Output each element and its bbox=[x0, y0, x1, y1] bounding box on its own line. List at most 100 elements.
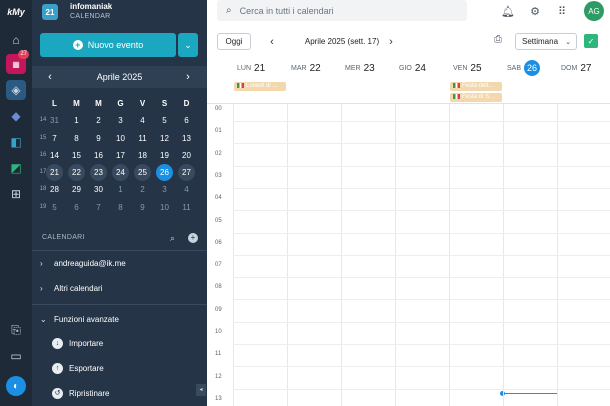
contacts-icon[interactable]: ◧ bbox=[6, 132, 26, 152]
day-header[interactable]: GIO 24 bbox=[395, 58, 449, 78]
hour-gridline bbox=[233, 254, 610, 256]
new-event-button[interactable]: + Nuovo evento bbox=[40, 33, 176, 57]
mini-day[interactable]: 7 bbox=[46, 130, 63, 147]
mini-day[interactable]: 3 bbox=[156, 181, 173, 198]
today-button[interactable]: Oggi bbox=[217, 33, 251, 50]
mini-day[interactable]: 23 bbox=[90, 164, 107, 182]
mini-day[interactable]: 4 bbox=[134, 112, 151, 129]
view-select[interactable]: Settimana ⌄ bbox=[515, 33, 577, 50]
apps-plus-icon[interactable]: ⊞ bbox=[6, 184, 26, 204]
hour-gridline bbox=[233, 165, 610, 167]
mini-day[interactable]: 8 bbox=[112, 199, 129, 216]
mini-day[interactable]: 10 bbox=[156, 199, 173, 216]
mini-day[interactable]: 14 bbox=[46, 147, 63, 164]
search-input[interactable]: ⌕ Cerca in tutti i calendari bbox=[217, 0, 467, 21]
book-icon[interactable]: ⎘ bbox=[6, 320, 26, 340]
mini-day[interactable]: 27 bbox=[178, 164, 195, 182]
calendar-app-icon[interactable]: ▦ 27 bbox=[6, 50, 29, 74]
mini-day[interactable]: 25 bbox=[134, 164, 151, 182]
day-header[interactable]: VEN 25 bbox=[449, 58, 503, 78]
week-grid: Lunedì di ... Festa dell... Festa di S..… bbox=[207, 58, 610, 406]
day-header[interactable]: MAR 22 bbox=[287, 58, 341, 78]
day-header-num: 25 bbox=[470, 62, 482, 74]
account-calendar-item[interactable]: › andreaguida@ik.me bbox=[32, 252, 207, 274]
print-icon[interactable]: ⎙ bbox=[494, 34, 502, 45]
export-item[interactable]: ↑ Esportare bbox=[52, 358, 202, 378]
event-chip[interactable]: Lunedì di ... bbox=[234, 82, 286, 91]
mini-day[interactable]: 28 bbox=[46, 181, 63, 198]
collapse-sidebar-button[interactable]: ◂ bbox=[196, 384, 206, 396]
mini-day[interactable]: 24 bbox=[112, 164, 129, 182]
mini-day[interactable]: 13 bbox=[178, 130, 195, 147]
mini-day[interactable]: 1 bbox=[68, 112, 85, 129]
mini-day[interactable]: 5 bbox=[156, 112, 173, 129]
mini-day[interactable]: 4 bbox=[178, 181, 195, 198]
mini-day[interactable]: 31 bbox=[46, 112, 63, 129]
mini-day[interactable]: 17 bbox=[112, 147, 129, 164]
import-item[interactable]: ↓ Importare bbox=[52, 333, 202, 353]
mini-day[interactable]: 9 bbox=[134, 199, 151, 216]
mini-day[interactable]: 11 bbox=[134, 130, 151, 147]
mini-day[interactable]: 9 bbox=[90, 130, 107, 147]
mini-day[interactable]: 29 bbox=[68, 181, 85, 198]
restore-item[interactable]: ↺ Ripristinare bbox=[52, 383, 202, 403]
mini-day[interactable]: 21 bbox=[46, 164, 63, 182]
shield-check-icon[interactable]: ✓ bbox=[584, 34, 598, 48]
bell-icon[interactable]: 🔔︎ bbox=[500, 3, 516, 19]
day-header[interactable]: DOM 27 bbox=[557, 58, 610, 78]
mini-day[interactable]: 2 bbox=[134, 181, 151, 198]
mini-day[interactable]: 12 bbox=[156, 130, 173, 147]
hour-gridline bbox=[233, 299, 610, 301]
apps-grid-icon[interactable]: ⠿ bbox=[554, 3, 570, 19]
kchat-icon[interactable]: ◩ bbox=[6, 158, 26, 178]
search-icon: ⌕ bbox=[226, 5, 232, 16]
advanced-functions-item[interactable]: ⌄ Funzioni avanzate bbox=[32, 308, 207, 330]
event-chip[interactable]: Festa dell... bbox=[450, 82, 502, 91]
mini-day[interactable]: 3 bbox=[112, 112, 129, 129]
mini-day[interactable]: 20 bbox=[178, 147, 195, 164]
avatar[interactable]: AG bbox=[584, 1, 604, 21]
mini-dow-label: V bbox=[139, 99, 146, 108]
mini-day-today[interactable]: 26 bbox=[156, 164, 173, 182]
mini-day[interactable]: 2 bbox=[90, 112, 107, 129]
chevron-down-icon: ⌄ bbox=[184, 39, 192, 50]
mini-day[interactable]: 11 bbox=[178, 199, 195, 216]
mini-day[interactable]: 5 bbox=[46, 199, 63, 216]
prev-week-button[interactable]: ‹ bbox=[265, 33, 279, 50]
mini-day[interactable]: 6 bbox=[178, 112, 195, 129]
top-bar: ⌕ Cerca in tutti i calendari 🔔︎ ⚙ ⠿ AG bbox=[207, 0, 610, 24]
mini-day[interactable]: 30 bbox=[90, 181, 107, 198]
mini-prev-month-button[interactable]: ‹ bbox=[42, 66, 58, 88]
mini-day[interactable]: 1 bbox=[112, 181, 129, 198]
event-label: Festa di S... bbox=[462, 94, 495, 100]
home-icon[interactable]: ⌂ bbox=[6, 30, 26, 50]
day-header[interactable]: LUN 21 bbox=[233, 58, 287, 78]
mini-day[interactable]: 19 bbox=[156, 147, 173, 164]
cube-icon[interactable]: ◈ bbox=[6, 80, 26, 100]
mini-day[interactable]: 16 bbox=[90, 147, 107, 164]
drive-icon[interactable]: ◆ bbox=[6, 106, 26, 126]
mini-day[interactable]: 7 bbox=[90, 199, 107, 216]
mini-next-month-button[interactable]: › bbox=[180, 66, 196, 88]
mini-day[interactable]: 18 bbox=[134, 147, 151, 164]
add-calendar-icon[interactable]: + bbox=[188, 233, 198, 243]
event-chip[interactable]: Festa di S... bbox=[450, 93, 502, 102]
day-header[interactable]: SAB 26 bbox=[503, 58, 557, 78]
kmy-logo[interactable]: kMy bbox=[2, 3, 30, 21]
gear-icon[interactable]: ⚙ bbox=[527, 3, 543, 19]
chat-icon[interactable]: ▭ bbox=[6, 346, 26, 366]
hour-label: 12 bbox=[215, 373, 222, 380]
other-calendars-item[interactable]: › Altri calendari bbox=[32, 277, 207, 299]
search-icon[interactable]: ⌕ bbox=[170, 233, 175, 244]
mini-day[interactable]: 15 bbox=[68, 147, 85, 164]
export-label: Esportare bbox=[69, 363, 104, 373]
new-event-dropdown-button[interactable]: ⌄ bbox=[178, 33, 198, 57]
other-calendars-label: Altri calendari bbox=[54, 283, 103, 293]
next-week-button[interactable]: › bbox=[384, 33, 398, 50]
mini-day[interactable]: 6 bbox=[68, 199, 85, 216]
day-header[interactable]: MER 23 bbox=[341, 58, 395, 78]
mini-day[interactable]: 8 bbox=[68, 130, 85, 147]
mini-day[interactable]: 10 bbox=[112, 130, 129, 147]
support-icon[interactable]: ◐ bbox=[6, 376, 26, 396]
mini-day[interactable]: 22 bbox=[68, 164, 85, 182]
